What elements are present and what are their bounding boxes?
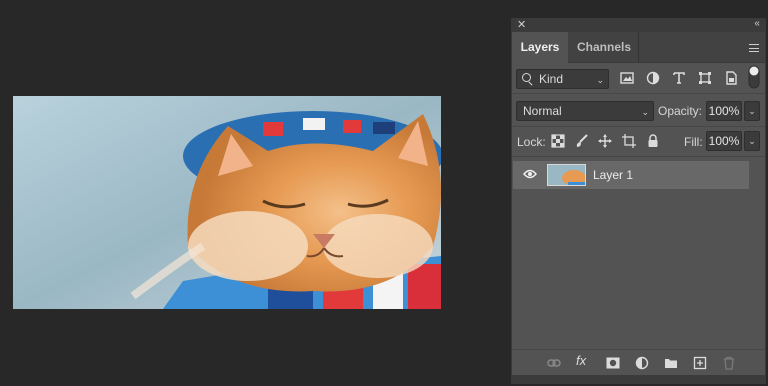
image-filter-icon[interactable] [620, 71, 634, 85]
layer-thumbnail[interactable] [547, 164, 586, 186]
fill-label: Fill: [684, 135, 703, 149]
tab-layers[interactable]: Layers [512, 32, 568, 63]
opacity-dropdown-button[interactable]: ⌄ [744, 101, 760, 121]
delete-layer-icon[interactable] [722, 356, 736, 370]
panel-titlebar: ✕ ‹‹ [512, 18, 765, 32]
layer-thumbnail-image [548, 165, 585, 185]
smart-object-filter-icon[interactable] [724, 71, 738, 85]
shape-filter-icon[interactable] [698, 71, 712, 85]
filter-toggle-icon[interactable] [748, 65, 760, 89]
lock-artboard-icon[interactable] [622, 134, 636, 148]
blend-row: Normal ⌄ Opacity: 100% ⌄ [512, 97, 765, 127]
collapse-panel-icon[interactable]: ‹‹ [754, 18, 760, 29]
lock-all-icon[interactable] [646, 134, 660, 148]
type-filter-icon[interactable] [672, 71, 686, 85]
panel-footer-toolbar: fx [512, 349, 765, 375]
lock-label: Lock: [517, 135, 546, 149]
blend-mode-select[interactable]: Normal ⌄ [516, 101, 654, 121]
panel-menu-icon[interactable] [749, 44, 759, 52]
layers-panel: ✕ ‹‹ Layers Channels Kind ⌄ Normal ⌄ Opa… [511, 18, 766, 384]
lock-position-icon[interactable] [598, 134, 612, 148]
chevron-down-icon: ⌄ [641, 107, 649, 117]
fill-field[interactable]: 100% [706, 131, 742, 151]
tab-channels[interactable]: Channels [569, 32, 639, 63]
kind-filter-label: Kind [539, 72, 564, 86]
opacity-field[interactable]: 100% [706, 101, 742, 121]
panel-resize-strip[interactable] [512, 375, 765, 384]
layer-style-fx-icon[interactable]: fx [576, 353, 594, 368]
lock-image-pixels-icon[interactable] [575, 134, 589, 148]
blend-mode-value: Normal [523, 104, 562, 118]
lock-row: Lock: Fill: 100% ⌄ [512, 127, 765, 157]
link-layers-icon[interactable] [547, 356, 561, 370]
new-layer-icon[interactable] [693, 356, 707, 370]
opacity-label: Opacity: [658, 104, 703, 118]
lock-transparent-pixels-icon[interactable] [551, 134, 565, 148]
add-mask-icon[interactable] [606, 356, 620, 370]
search-icon [522, 73, 531, 82]
chevron-down-icon: ⌄ [596, 75, 604, 85]
eye-visibility-icon[interactable] [523, 169, 537, 179]
kind-filter-select[interactable]: Kind ⌄ [516, 69, 609, 89]
panel-tabbar: Layers Channels [512, 32, 765, 63]
new-adjustment-layer-icon[interactable] [635, 356, 649, 370]
new-group-icon[interactable] [664, 356, 678, 370]
ginger-cat-photo [13, 96, 441, 309]
layer-row[interactable]: Layer 1 [513, 161, 749, 189]
close-panel-icon[interactable]: ✕ [517, 18, 526, 31]
fill-dropdown-button[interactable]: ⌄ [744, 131, 760, 151]
filter-row: Kind ⌄ [512, 64, 765, 94]
document-canvas-image[interactable] [13, 96, 441, 309]
adjustment-filter-icon[interactable] [646, 71, 660, 85]
layer-name[interactable]: Layer 1 [593, 168, 633, 182]
